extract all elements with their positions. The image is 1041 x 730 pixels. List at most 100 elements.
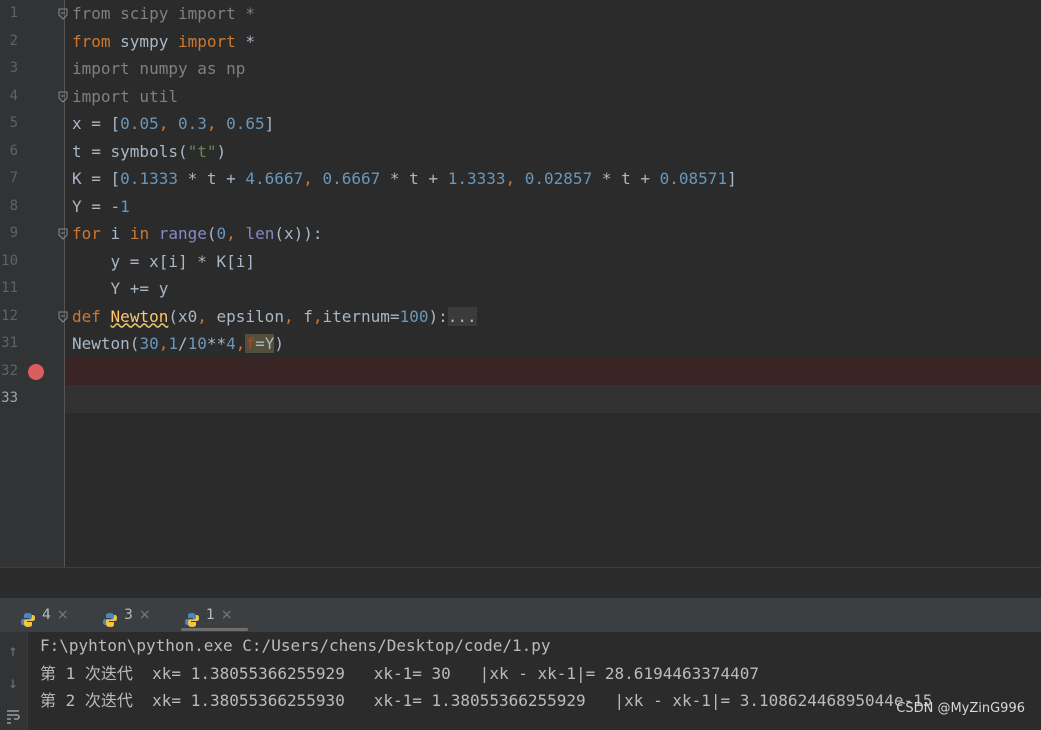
- code-token: ,: [283, 306, 304, 326]
- console-toolbar: ↑ ↓: [0, 632, 28, 730]
- python-icon: [184, 607, 200, 627]
- code-line[interactable]: for i in range(0, len(x)):: [72, 220, 323, 248]
- python-icon: [20, 607, 36, 627]
- line-number[interactable]: 8: [0, 193, 18, 221]
- run-tabs-bar: 4 × 3 × 1 ×: [0, 598, 1041, 633]
- line-number[interactable]: 3: [0, 55, 18, 83]
- code-token: ,: [505, 169, 525, 188]
- run-tab-3[interactable]: 3 ×: [102, 598, 151, 632]
- arrow-down-icon[interactable]: ↓: [5, 675, 21, 691]
- code-editor[interactable]: 1 from scipy import * 2 from sympy import *…: [0, 0, 1041, 567]
- code-token: import: [177, 31, 236, 51]
- close-icon[interactable]: ×: [57, 607, 69, 623]
- code-token: for: [72, 224, 101, 243]
- arrow-up-icon[interactable]: ↑: [5, 643, 21, 659]
- run-tab-4[interactable]: 4 ×: [20, 598, 69, 632]
- line-number[interactable]: 5: [0, 110, 18, 138]
- code-token: ,: [197, 306, 217, 326]
- code-token: 0.05: [120, 114, 159, 133]
- run-tab-label: 1: [206, 607, 215, 623]
- fold-marker-icon[interactable]: [58, 228, 68, 240]
- code-token: y = x[i] * K[i]: [72, 251, 256, 271]
- close-icon[interactable]: ×: [221, 607, 233, 623]
- line-number[interactable]: 6: [0, 138, 18, 166]
- code-token: i: [100, 224, 130, 243]
- soft-wrap-icon[interactable]: [5, 708, 21, 724]
- code-token: *: [235, 31, 256, 51]
- breakpoint-line-highlight: [65, 357, 1041, 385]
- code-token: x = [: [72, 114, 121, 133]
- code-token: from scipy import *: [72, 4, 256, 23]
- code-token: Newton(: [72, 334, 140, 353]
- code-token: 0.6667: [322, 169, 381, 188]
- code-line[interactable]: t = symbols("t"): [72, 138, 226, 166]
- code-token: (: [206, 224, 217, 243]
- code-token: * t +: [592, 169, 660, 188]
- code-line[interactable]: Newton(30,1/10**4,f=Y): [72, 330, 284, 358]
- line-number[interactable]: 2: [0, 28, 18, 56]
- code-token: 0.02857: [524, 169, 593, 188]
- code-line[interactable]: Y += y: [72, 275, 169, 303]
- run-tab-label: 3: [124, 607, 133, 623]
- console-line: 第 1 次迭代 xk= 1.38055366255929 xk-1= 30 |x…: [40, 663, 760, 683]
- fold-marker-icon[interactable]: [58, 91, 68, 103]
- code-token: ): [216, 141, 227, 161]
- code-line[interactable]: Y = -1: [72, 193, 130, 221]
- code-line[interactable]: import numpy as np: [72, 55, 245, 83]
- code-token: ,: [303, 169, 323, 188]
- code-line[interactable]: def Newton(x0, epsilon, f,iternum=100):.…: [72, 303, 477, 331]
- code-token: t = symbols(: [72, 141, 188, 161]
- fold-marker-icon[interactable]: [58, 8, 68, 20]
- code-token: /: [177, 334, 188, 353]
- code-line[interactable]: import util: [72, 83, 178, 111]
- code-token: ,: [235, 334, 246, 353]
- code-token: (x0: [168, 306, 198, 326]
- fold-marker-icon[interactable]: [58, 311, 68, 323]
- code-token: iternum=: [322, 306, 400, 326]
- line-number[interactable]: 12: [0, 303, 18, 331]
- line-number[interactable]: 7: [0, 165, 18, 193]
- active-tab-indicator: [181, 628, 248, 631]
- code-token: ,: [206, 114, 227, 133]
- code-token: 30: [139, 334, 159, 353]
- code-token: =Y: [255, 334, 275, 353]
- code-line[interactable]: K = [0.1333 * t + 4.6667, 0.6667 * t + 1…: [72, 165, 737, 193]
- line-number[interactable]: 4: [0, 83, 18, 111]
- line-number[interactable]: 33: [0, 385, 18, 413]
- code-token: ): [274, 334, 284, 353]
- line-number[interactable]: 31: [0, 330, 18, 358]
- code-line[interactable]: x = [0.05, 0.3, 0.65]: [72, 110, 274, 138]
- run-tab-1[interactable]: 1 ×: [184, 598, 233, 632]
- code-token: * t +: [177, 169, 246, 188]
- breakpoint-icon[interactable]: [28, 363, 44, 380]
- line-number[interactable]: 10: [0, 248, 18, 276]
- code-token: f: [245, 334, 256, 353]
- watermark: CSDN @MyZinG996: [896, 701, 1025, 716]
- run-tab-label: 4: [42, 607, 51, 623]
- code-token: 100: [399, 306, 429, 326]
- line-number[interactable]: 32: [0, 358, 18, 386]
- line-number[interactable]: 1: [0, 0, 18, 28]
- code-token: 0.3: [177, 114, 207, 133]
- code-token: 4.6667: [245, 169, 304, 188]
- code-line[interactable]: y = x[i] * K[i]: [72, 248, 256, 276]
- editor-bottom-spacer: [0, 567, 1041, 599]
- code-token: 1: [120, 196, 130, 216]
- code-token: (x)):: [274, 224, 323, 243]
- code-token: Newton: [110, 306, 169, 326]
- code-line[interactable]: from sympy import *: [72, 28, 255, 56]
- run-console[interactable]: ↑ ↓ F:\pyhton\python.exe C:/Users/chens/…: [0, 632, 1041, 730]
- code-token: K = [: [72, 169, 121, 188]
- code-token: sympy: [110, 31, 178, 51]
- current-line-highlight: [65, 385, 1041, 413]
- close-icon[interactable]: ×: [139, 607, 151, 623]
- line-number[interactable]: 11: [0, 275, 18, 303]
- code-line[interactable]: from scipy import *: [72, 0, 255, 28]
- code-token: from: [72, 31, 111, 51]
- code-token: import numpy as np: [72, 59, 246, 78]
- code-token: ...: [447, 306, 477, 326]
- line-number[interactable]: 9: [0, 220, 18, 248]
- code-token: epsilon: [216, 306, 284, 326]
